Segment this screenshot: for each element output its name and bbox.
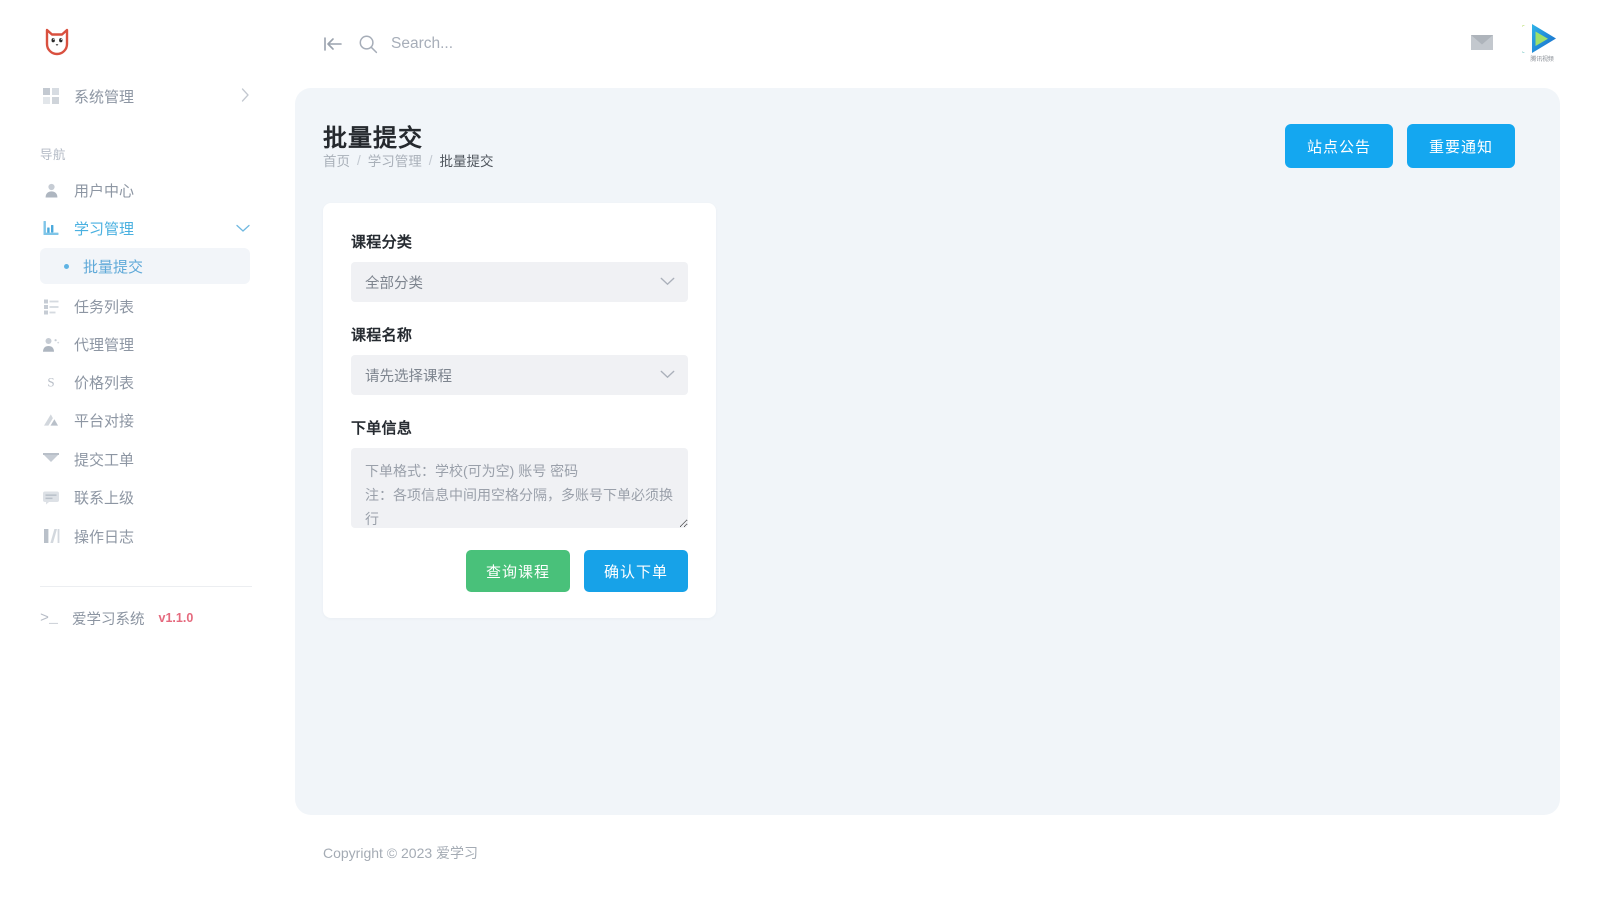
app-logo[interactable] bbox=[38, 22, 76, 60]
chevron-right-icon bbox=[241, 88, 250, 104]
batch-submit-form-card: 课程分类 全部分类 课程名称 请先选择课程 下单信息 查询课程 确认下单 bbox=[323, 203, 716, 618]
grid-icon bbox=[40, 85, 62, 107]
tencent-video-caption: 腾讯视频 bbox=[1530, 57, 1554, 63]
ticket-icon bbox=[40, 448, 62, 470]
log-icon bbox=[40, 525, 62, 547]
platform-icon bbox=[40, 409, 62, 431]
sidebar-item-label: 系统管理 bbox=[74, 88, 135, 106]
sidebar-item-label: 平台对接 bbox=[74, 412, 135, 430]
sidebar-item-label: 任务列表 bbox=[74, 298, 135, 316]
breadcrumb-item-current: 批量提交 bbox=[439, 154, 494, 169]
main-panel: 批量提交 首页 / 学习管理 / 批量提交 站点公告 重要通知 课程分类 全部分… bbox=[295, 88, 1560, 815]
sidebar-item-label: 操作日志 bbox=[74, 528, 135, 546]
tencent-video-logo-icon[interactable]: 腾讯视频 bbox=[1513, 22, 1562, 63]
confirm-order-button[interactable]: 确认下单 bbox=[583, 550, 688, 592]
bullet-dot-icon bbox=[64, 263, 69, 269]
sidebar-item-platform-docking[interactable]: 平台对接 bbox=[40, 400, 250, 440]
terminal-icon: >_ bbox=[40, 609, 59, 627]
task-list-icon bbox=[40, 295, 62, 317]
sidebar-item-task-list[interactable]: 任务列表 bbox=[40, 286, 250, 326]
course-category-select[interactable]: 全部分类 bbox=[351, 262, 688, 302]
form-actions: 查询课程 确认下单 bbox=[351, 550, 688, 592]
s-currency-icon: S bbox=[40, 371, 62, 393]
sidebar-divider bbox=[40, 586, 252, 587]
sidebar-system-name: 爱学习系统 bbox=[72, 611, 145, 628]
sidebar-item-label: 提交工单 bbox=[74, 451, 135, 469]
collapse-sidebar-icon[interactable] bbox=[322, 33, 344, 55]
sidebar-footer[interactable]: >_ 爱学习系统 v1.1.0 bbox=[40, 605, 193, 631]
sidebar-item-label: 批量提交 bbox=[83, 258, 144, 276]
sidebar-item-batch-submit[interactable]: 批量提交 bbox=[40, 248, 250, 284]
important-notice-button[interactable]: 重要通知 bbox=[1406, 124, 1515, 168]
chevron-down-icon bbox=[660, 367, 675, 383]
breadcrumb-separator: / bbox=[428, 152, 433, 168]
sidebar-item-contact-superior[interactable]: 联系上级 bbox=[40, 477, 250, 517]
sidebar-item-system-management[interactable]: 系统管理 bbox=[40, 76, 250, 116]
copyright-text: Copyright © 2023 爱学习 bbox=[323, 845, 479, 861]
sidebar-item-label: 联系上级 bbox=[74, 489, 135, 507]
agent-icon bbox=[40, 333, 62, 355]
page-title: 批量提交 bbox=[323, 125, 423, 152]
chevron-down-icon bbox=[660, 274, 675, 290]
mail-icon[interactable] bbox=[1470, 34, 1493, 50]
sidebar-item-operation-log[interactable]: 操作日志 bbox=[40, 516, 250, 556]
breadcrumb-item-study-management[interactable]: 学习管理 bbox=[368, 150, 422, 170]
breadcrumb: 首页 / 学习管理 / 批量提交 bbox=[323, 150, 494, 170]
course-category-value: 全部分类 bbox=[365, 275, 423, 292]
sidebar-item-submit-ticket[interactable]: 提交工单 bbox=[40, 439, 250, 479]
sidebar-item-user-center[interactable]: 用户中心 bbox=[40, 170, 250, 210]
user-icon bbox=[40, 179, 62, 201]
sidebar-item-label: 用户中心 bbox=[74, 182, 135, 200]
sidebar-item-price-list[interactable]: S 价格列表 bbox=[40, 362, 250, 402]
chart-icon bbox=[40, 217, 62, 239]
svg-text:S: S bbox=[47, 375, 54, 390]
course-name-select[interactable]: 请先选择课程 bbox=[351, 355, 688, 395]
sidebar-item-label: 价格列表 bbox=[74, 374, 135, 392]
search-icon[interactable] bbox=[357, 33, 379, 55]
sidebar-item-agent-management[interactable]: 代理管理 bbox=[40, 324, 250, 364]
footer: Copyright © 2023 爱学习 bbox=[295, 815, 1600, 900]
sidebar-item-label: 代理管理 bbox=[74, 336, 135, 354]
query-course-button[interactable]: 查询课程 bbox=[465, 550, 570, 592]
course-name-label: 课程名称 bbox=[351, 327, 413, 344]
sidebar-item-label: 学习管理 bbox=[74, 220, 135, 238]
topbar: 腾讯视频 bbox=[295, 0, 1600, 88]
sidebar-section-label: 导航 bbox=[40, 148, 67, 162]
order-info-textarea[interactable] bbox=[351, 448, 688, 528]
sidebar-version-badge: v1.1.0 bbox=[158, 611, 194, 625]
message-icon bbox=[40, 486, 62, 508]
app-root: 系统管理 导航 用户中心 学习管理 批量提交 任务列表 代理管理 S 价格列表 … bbox=[0, 0, 1600, 900]
breadcrumb-separator: / bbox=[357, 152, 361, 168]
course-category-label: 课程分类 bbox=[351, 234, 413, 251]
cat-face-logo-icon bbox=[42, 26, 72, 56]
breadcrumb-item-home[interactable]: 首页 bbox=[323, 150, 350, 170]
sidebar: 系统管理 导航 用户中心 学习管理 批量提交 任务列表 代理管理 S 价格列表 … bbox=[0, 0, 295, 900]
chevron-down-icon bbox=[236, 222, 250, 235]
sidebar-item-study-management[interactable]: 学习管理 bbox=[40, 208, 250, 248]
order-info-label: 下单信息 bbox=[351, 420, 413, 437]
course-name-value: 请先选择课程 bbox=[365, 368, 452, 385]
search-input[interactable] bbox=[391, 30, 791, 58]
site-announcement-button[interactable]: 站点公告 bbox=[1284, 124, 1393, 168]
header-buttons: 站点公告 重要通知 bbox=[1284, 124, 1515, 168]
